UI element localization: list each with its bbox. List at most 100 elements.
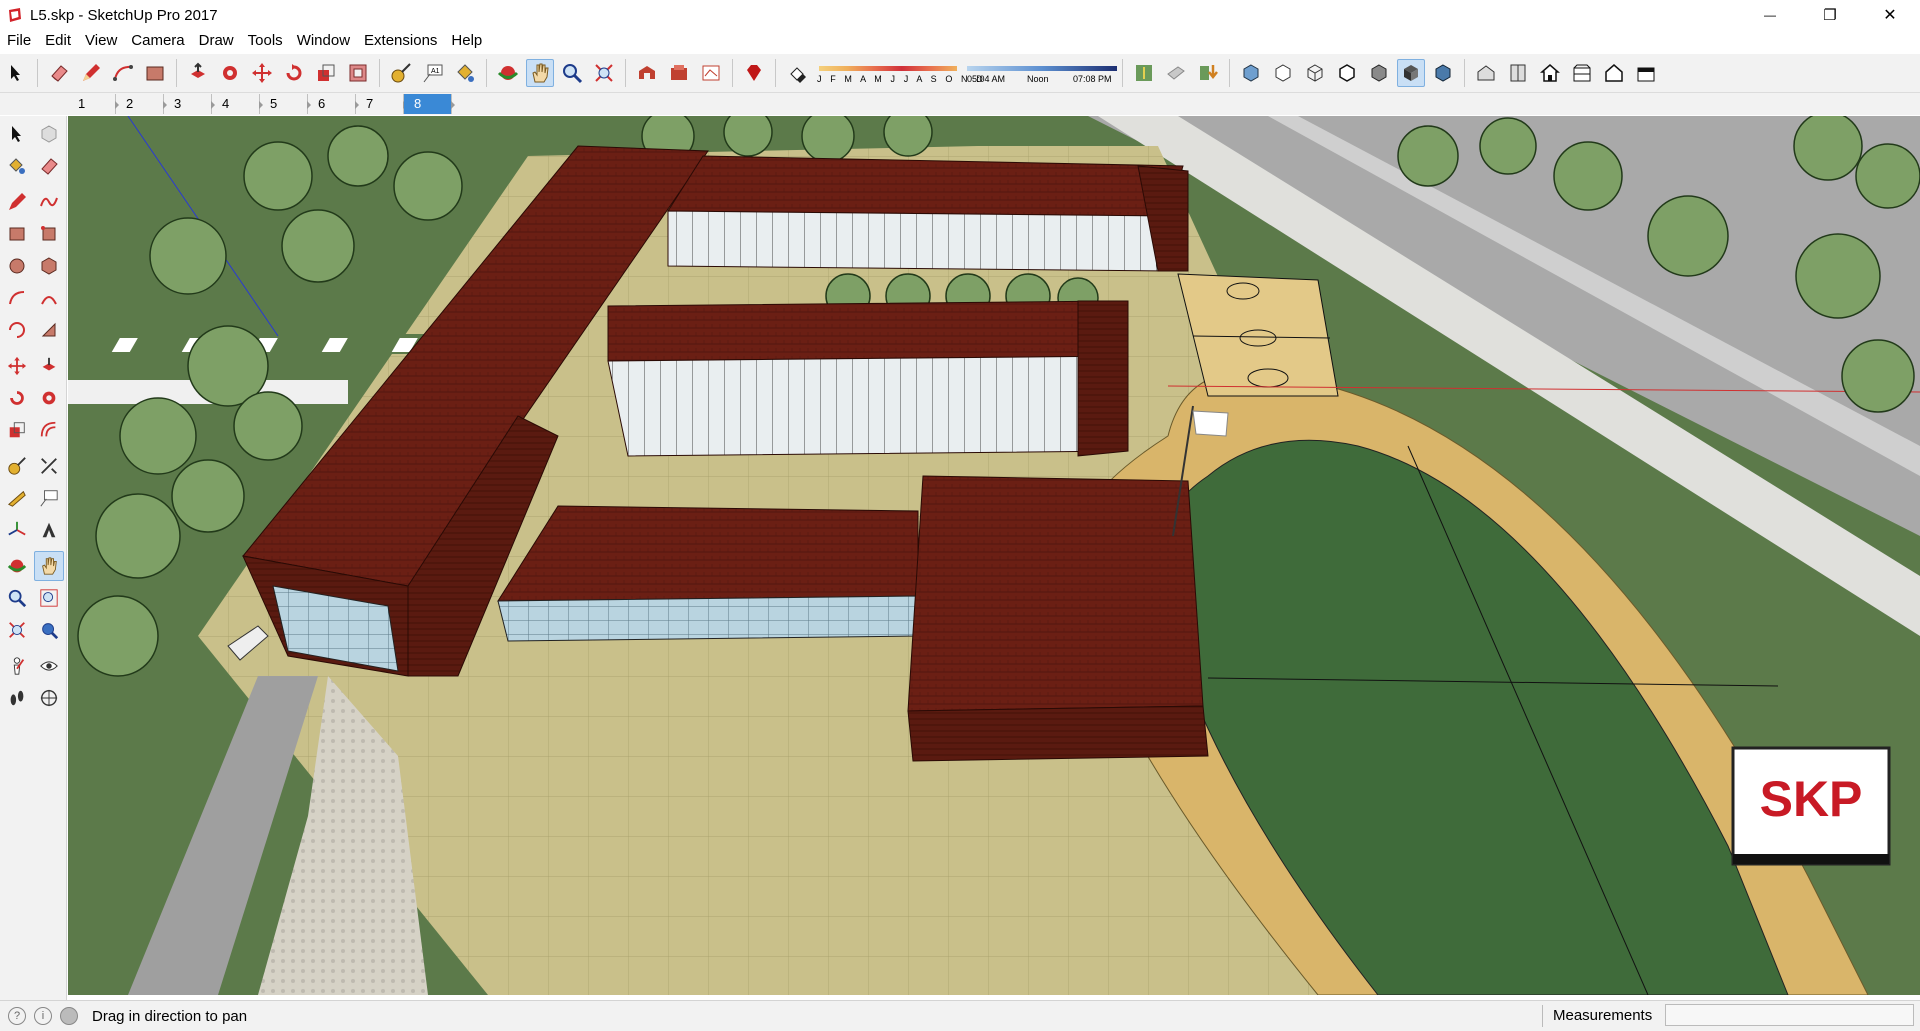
left-view-button[interactable] [1632,59,1660,87]
layout-button[interactable] [697,59,725,87]
zoom-extents-button[interactable] [2,615,32,645]
menu-camera[interactable]: Camera [124,30,191,52]
rotate-button[interactable] [2,383,32,413]
menu-draw[interactable]: Draw [192,30,241,52]
arc-button[interactable] [2,283,32,313]
menu-view[interactable]: View [78,30,124,52]
dimension-button[interactable] [34,451,64,481]
scene-tab-4[interactable]: 4 [212,94,263,114]
push-pull-button[interactable] [34,351,64,381]
monochrome-button[interactable] [1429,59,1457,87]
scene-tab-6[interactable]: 6 [308,94,359,114]
position-camera-button[interactable] [2,651,32,681]
time-slider[interactable]: 05:04 AM Noon 07:08 PM [967,59,1117,87]
tape-measure-button[interactable] [2,451,32,481]
scale-button[interactable] [2,415,32,445]
walk-button[interactable] [2,683,32,713]
geo-location-status-icon[interactable]: ? [8,1007,26,1025]
menu-window[interactable]: Window [290,30,357,52]
select-tool-button[interactable] [2,59,30,87]
push-pull-tool-button[interactable] [184,59,212,87]
follow-me-button[interactable] [34,383,64,413]
orbit-tool-button[interactable] [494,59,522,87]
3d-text-button[interactable] [34,515,64,545]
back-view-button[interactable] [1600,59,1628,87]
line-tool-button[interactable] [77,59,105,87]
model-viewport[interactable]: SKP [68,116,1920,995]
two-point-arc-button[interactable] [34,283,64,313]
zoom-window-button[interactable] [34,583,64,613]
section-plane-button[interactable] [34,683,64,713]
menu-file[interactable]: File [0,30,38,52]
rotate-tool-button[interactable] [280,59,308,87]
iso-view-button[interactable] [1472,59,1500,87]
offset-button[interactable] [34,415,64,445]
rectangle-button[interactable] [2,219,32,249]
move-tool-button[interactable] [248,59,276,87]
geo-location-button[interactable] [1130,59,1158,87]
3d-warehouse-button[interactable] [633,59,661,87]
hidden-line-button[interactable] [1333,59,1361,87]
paint-bucket-button[interactable] [451,59,479,87]
paint-bucket-button[interactable] [2,151,32,181]
menu-edit[interactable]: Edit [38,30,78,52]
text-tool-button[interactable]: A1 [419,59,447,87]
scene-tab-5[interactable]: 5 [260,94,311,114]
line-button[interactable] [2,187,32,217]
back-edges-button[interactable] [1269,59,1297,87]
add-terrain-button[interactable] [1194,59,1222,87]
follow-me-tool-button[interactable] [216,59,244,87]
extension-warehouse-button[interactable] [665,59,693,87]
scene-tab-3[interactable]: 3 [164,94,215,114]
user-account-icon[interactable] [60,1007,78,1025]
wireframe-button[interactable] [1301,59,1329,87]
credits-icon[interactable]: i [34,1007,52,1025]
shadows-toggle-button[interactable] [783,59,811,87]
look-around-button[interactable] [34,651,64,681]
maximize-button[interactable]: ❐ [1800,0,1860,30]
previous-view-button[interactable] [34,615,64,645]
shaded-button[interactable] [1365,59,1393,87]
polygon-button[interactable] [34,251,64,281]
arc-tool-button[interactable] [109,59,137,87]
pan-tool-button[interactable] [526,59,554,87]
photo-texture-button[interactable] [1162,59,1190,87]
scene-tab-1[interactable]: 1 [68,94,119,114]
scale-tool-button[interactable] [312,59,340,87]
make-component-button[interactable] [34,119,64,149]
three-point-arc-button[interactable] [2,315,32,345]
pan-button[interactable] [34,551,64,581]
tape-measure-button[interactable] [387,59,415,87]
eraser-tool-button[interactable] [45,59,73,87]
scene-tab-8[interactable]: 8 [404,94,455,114]
offset-tool-button[interactable] [344,59,372,87]
zoom-button[interactable] [2,583,32,613]
xray-style-button[interactable] [1237,59,1265,87]
rectangle-tool-button[interactable] [141,59,169,87]
zoom-tool-button[interactable] [558,59,586,87]
scene-tab-7[interactable]: 7 [356,94,407,114]
date-slider[interactable]: J F M A M J J A S O N D [817,59,983,87]
text-button[interactable] [34,483,64,513]
extension-manager-button[interactable] [740,59,768,87]
menu-extensions[interactable]: Extensions [357,30,444,52]
measurements-input[interactable] [1665,1004,1914,1026]
menu-tools[interactable]: Tools [241,30,290,52]
protractor-button[interactable] [2,483,32,513]
orbit-button[interactable] [2,551,32,581]
circle-button[interactable] [2,251,32,281]
eraser-button[interactable] [34,151,64,181]
minimize-button[interactable]: — [1740,0,1800,30]
zoom-extents-button[interactable] [590,59,618,87]
pie-button[interactable] [34,315,64,345]
rotated-rectangle-button[interactable] [34,219,64,249]
scene-tab-2[interactable]: 2 [116,94,167,114]
top-view-button[interactable] [1504,59,1532,87]
front-view-button[interactable] [1536,59,1564,87]
select-button[interactable] [2,119,32,149]
menu-help[interactable]: Help [444,30,489,52]
freehand-button[interactable] [34,187,64,217]
close-button[interactable]: ✕ [1860,0,1920,30]
shaded-textures-button[interactable] [1397,59,1425,87]
move-button[interactable] [2,351,32,381]
